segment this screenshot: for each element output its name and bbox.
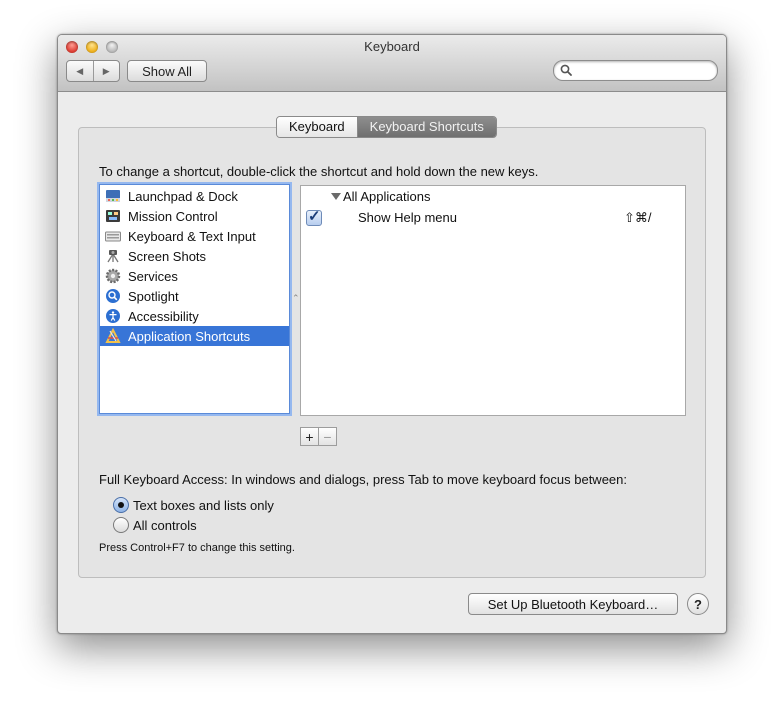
keyboard-access-note: Press Control+F7 to change this setting. [99, 542, 295, 554]
shortcut-row[interactable]: ✓ Show Help menu ⇧⌘/ [306, 208, 678, 229]
application-shortcuts-icon [105, 328, 121, 344]
category-label: Launchpad & Dock [128, 188, 238, 204]
category-label: Spotlight [128, 288, 179, 304]
radio-label: Text boxes and lists only [133, 497, 274, 513]
category-label: Keyboard & Text Input [128, 228, 256, 244]
full-keyboard-access-text: Full Keyboard Access: In windows and dia… [99, 472, 627, 487]
category-spotlight[interactable]: Spotlight [100, 286, 289, 306]
category-keyboard-text-input[interactable]: Keyboard & Text Input [100, 226, 289, 246]
category-label: Mission Control [128, 208, 218, 224]
tab-bar: Keyboard Keyboard Shortcuts [276, 116, 497, 138]
radio-button-selected[interactable] [113, 497, 129, 513]
search-icon [560, 64, 572, 76]
category-label: Screen Shots [128, 248, 207, 264]
category-mission-control[interactable]: Mission Control [100, 206, 289, 226]
category-accessibility[interactable]: Accessibility [100, 306, 289, 326]
group-label: All Applications [343, 189, 431, 204]
category-label: Services [128, 268, 178, 284]
tab-keyboard-shortcuts[interactable]: Keyboard Shortcuts [357, 117, 496, 137]
window-title: Keyboard [364, 39, 420, 54]
radio-text-boxes-lists[interactable]: Text boxes and lists only [113, 497, 274, 513]
checkmark-icon: ✓ [308, 208, 321, 225]
help-button[interactable]: ? [687, 593, 709, 615]
category-services[interactable]: Services [100, 266, 289, 286]
keyboard-icon [105, 228, 121, 244]
group-all-applications[interactable]: All Applications [331, 189, 430, 204]
shortcut-command-list[interactable]: All Applications ✓ Show Help menu ⇧⌘/ [300, 185, 686, 416]
splitter-handle[interactable]: ⌃ [292, 293, 300, 304]
launchpad-dock-icon [105, 188, 121, 204]
remove-shortcut-button[interactable]: − [319, 427, 337, 446]
search-input[interactable] [576, 62, 714, 80]
back-button[interactable]: ◀ [67, 61, 93, 81]
title-bar: Keyboard ◀ ▶ Show All [58, 35, 726, 92]
forward-arrow-icon: ▶ [102, 65, 110, 76]
add-remove-control: + − [300, 427, 337, 446]
category-launchpad-dock[interactable]: Launchpad & Dock [100, 186, 289, 206]
back-arrow-icon: ◀ [76, 65, 84, 76]
radio-button[interactable] [113, 517, 129, 533]
forward-button[interactable]: ▶ [92, 61, 120, 81]
radio-label: All controls [133, 517, 197, 533]
category-application-shortcuts[interactable]: Application Shortcuts [100, 326, 289, 346]
services-gear-icon [105, 268, 121, 284]
show-all-button[interactable]: Show All [127, 60, 207, 82]
set-up-bluetooth-keyboard-button[interactable]: Set Up Bluetooth Keyboard… [468, 593, 678, 615]
spotlight-icon [105, 288, 121, 304]
category-label: Application Shortcuts [128, 328, 251, 344]
shortcut-enabled-checkbox[interactable]: ✓ [306, 208, 322, 226]
category-label: Accessibility [128, 308, 199, 324]
accessibility-icon [105, 308, 121, 324]
tab-keyboard[interactable]: Keyboard [277, 117, 358, 137]
screen-shots-icon [105, 248, 121, 264]
radio-all-controls[interactable]: All controls [113, 517, 197, 533]
shortcut-keys[interactable]: ⇧⌘/ [624, 210, 652, 226]
mission-control-icon [105, 208, 121, 224]
search-field[interactable] [553, 60, 718, 81]
category-screen-shots[interactable]: Screen Shots [100, 246, 289, 266]
instruction-text: To change a shortcut, double-click the s… [99, 164, 539, 179]
add-shortcut-button[interactable]: + [300, 427, 319, 446]
keyboard-preferences-window: Keyboard ◀ ▶ Show All Keyboard Keyboard … [57, 34, 727, 634]
shortcut-category-list[interactable]: Launchpad & Dock Mission Control Keyboar… [99, 184, 290, 414]
shortcut-label: Show Help menu [358, 210, 457, 225]
disclosure-triangle-icon[interactable] [331, 193, 341, 200]
back-forward-control: ◀ ▶ [66, 60, 120, 82]
